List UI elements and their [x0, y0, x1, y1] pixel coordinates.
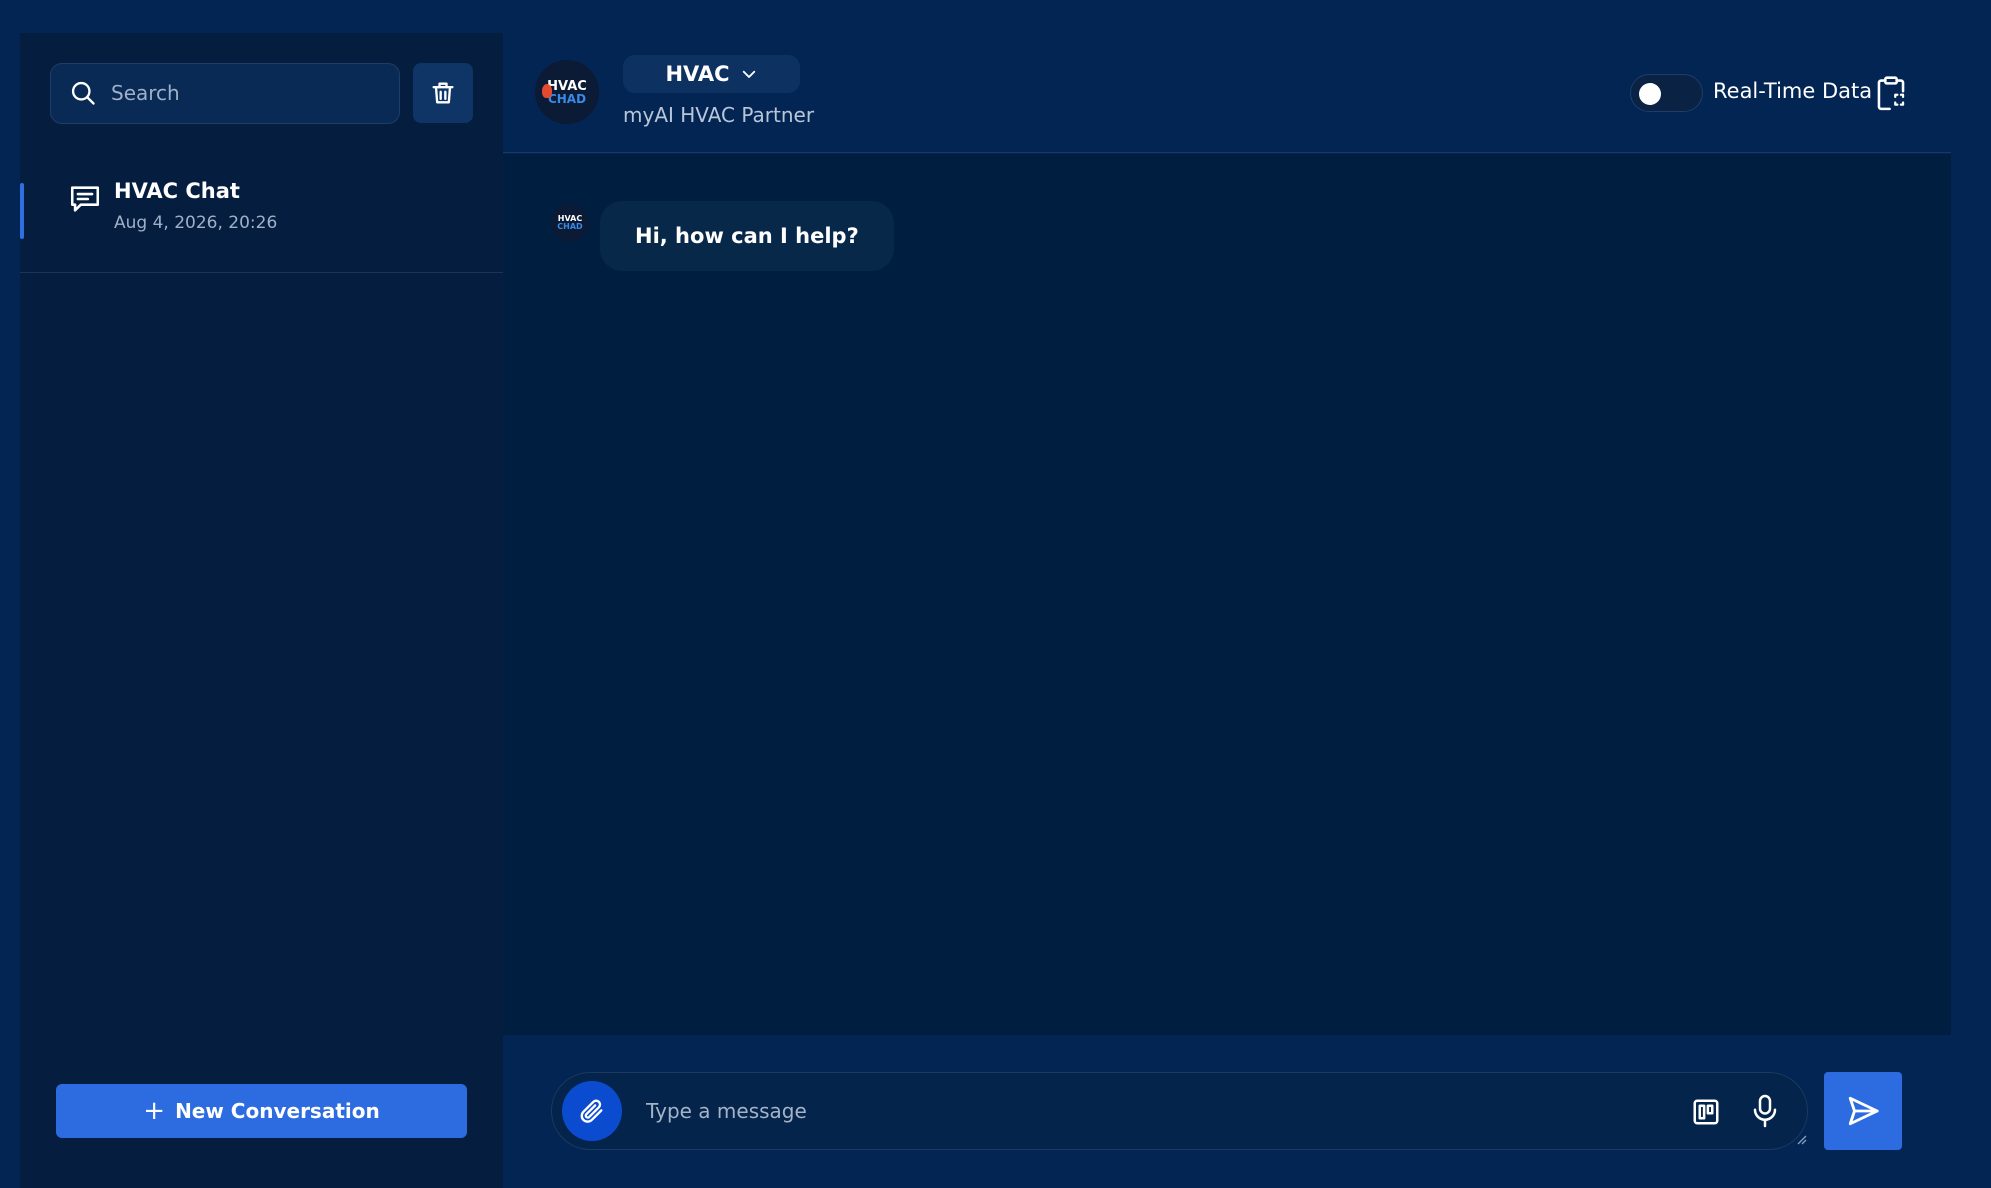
message-composer	[503, 1035, 1951, 1188]
microphone-icon[interactable]	[1750, 1093, 1780, 1129]
assistant-message-bubble: Hi, how can I help?	[600, 201, 894, 271]
hvac-chad-logo: HVAC CHAD	[535, 60, 599, 124]
sidebar: HVAC Chat Aug 4, 2026, 20:26 + New Conve…	[20, 33, 503, 1188]
board-icon[interactable]	[1691, 1097, 1721, 1127]
attach-file-button[interactable]	[562, 1081, 622, 1141]
sidebar-toolbar	[20, 33, 503, 153]
conversation-date: Aug 4, 2026, 20:26	[114, 213, 278, 233]
chat-messages-area: HVAC CHAD Hi, how can I help?	[503, 154, 1951, 1035]
search-icon	[71, 81, 95, 105]
assistant-avatar: HVAC CHAD	[551, 204, 589, 242]
conversation-text: HVAC Chat Aug 4, 2026, 20:26	[114, 179, 277, 233]
resize-handle-icon[interactable]	[1795, 1133, 1807, 1145]
paperclip-icon	[580, 1099, 603, 1123]
new-conversation-button[interactable]: + New Conversation	[56, 1084, 467, 1138]
send-button[interactable]	[1824, 1072, 1902, 1150]
realtime-data-label: Real-Time Data	[1713, 79, 1873, 103]
chat-bubble-icon	[70, 186, 100, 212]
conversation-title: HVAC Chat	[114, 179, 240, 203]
flame-icon	[542, 84, 552, 98]
trash-icon	[432, 82, 454, 104]
plus-icon: +	[143, 1096, 166, 1126]
delete-conversations-button[interactable]	[413, 63, 473, 123]
avatar-logo-line2: CHAD	[557, 222, 583, 231]
send-icon	[1848, 1096, 1879, 1126]
model-select[interactable]: HVAC	[623, 55, 800, 93]
logo-line2: CHAD	[547, 91, 587, 106]
chat-header: HVAC CHAD HVAC myAI HVAC Partner Real-Ti…	[503, 33, 1951, 153]
conversation-item[interactable]: HVAC Chat Aug 4, 2026, 20:26	[20, 153, 503, 273]
search-box[interactable]	[50, 62, 400, 124]
search-input[interactable]	[111, 81, 371, 105]
assistant-subtitle: myAI HVAC Partner	[623, 103, 815, 127]
chevron-down-icon	[742, 70, 755, 78]
realtime-data-toggle[interactable]	[1630, 74, 1703, 112]
clipboard-icon[interactable]	[1874, 75, 1908, 113]
model-select-value: HVAC	[665, 62, 730, 86]
logo-line1: HVAC	[547, 78, 587, 94]
message-input-wrapper	[551, 1072, 1808, 1150]
new-conversation-label: New Conversation	[175, 1099, 380, 1123]
message-input[interactable]	[646, 1099, 1646, 1123]
toggle-knob	[1639, 83, 1661, 105]
